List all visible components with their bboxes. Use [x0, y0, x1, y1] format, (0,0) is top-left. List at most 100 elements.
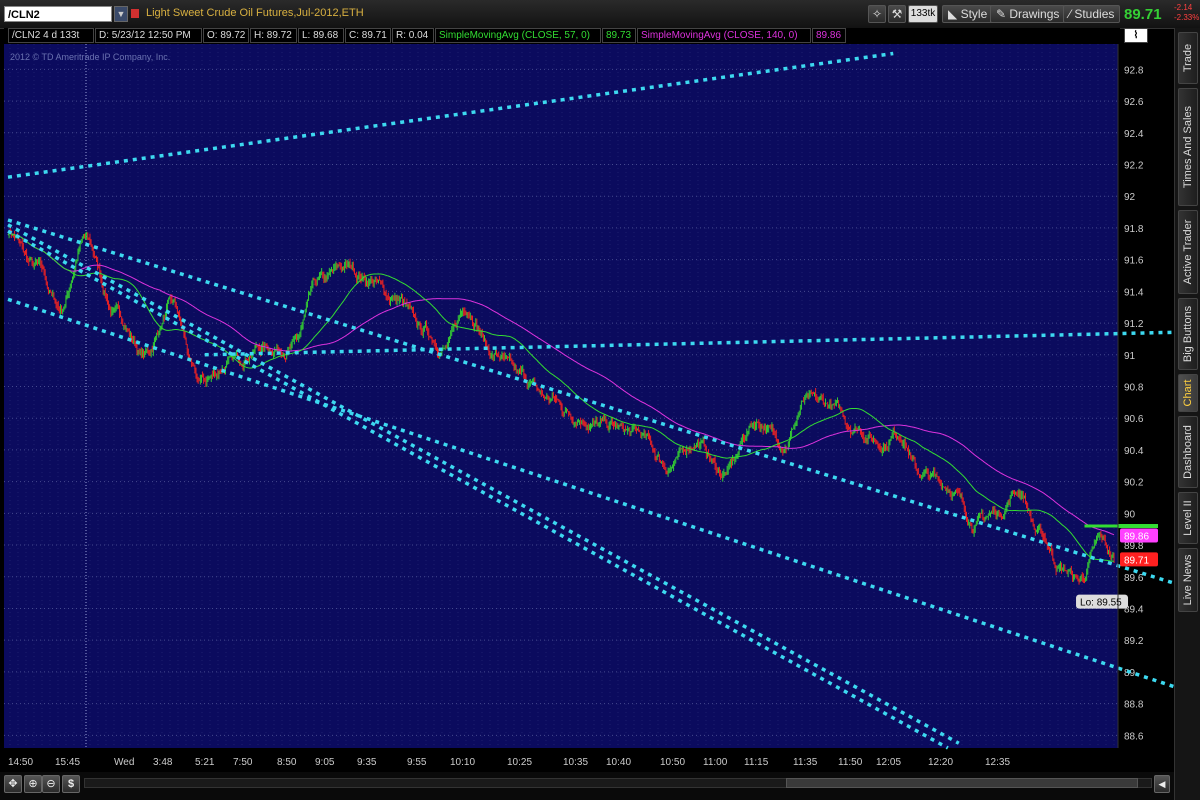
y-tick-label: 91.4 [1124, 287, 1144, 298]
tab-big-buttons[interactable]: Big Buttons [1178, 298, 1198, 370]
y-tick-label: 92.2 [1124, 161, 1144, 172]
x-tick-label: 9:05 [315, 757, 335, 768]
x-tick-label: 12:20 [928, 757, 953, 768]
sma140-label[interactable]: SimpleMovingAvg (CLOSE, 140, 0) [637, 28, 811, 43]
x-tick-label: 12:35 [985, 757, 1010, 768]
symbol-period[interactable]: /CLN2 4 d 133t [8, 28, 94, 43]
style-label: Style [960, 7, 988, 21]
y-tick-label: 90.2 [1124, 478, 1144, 489]
x-tick-label: 11:00 [703, 757, 728, 768]
price-label-text: 89.71 [1124, 555, 1149, 566]
net-change: -2.14 [1174, 3, 1193, 12]
chart-info-bar: /CLN2 4 d 133t D: 5/23/12 12:50 PM O: 89… [4, 28, 1148, 44]
last-price: 89.71 [1124, 6, 1162, 23]
x-tick-label: Wed [114, 757, 134, 768]
bar-range: R: 0.04 [392, 28, 434, 43]
bar-date: D: 5/23/12 12:50 PM [95, 28, 202, 43]
ticks-button[interactable]: 133tk [908, 5, 938, 23]
scrollbar-thumb[interactable] [786, 778, 1138, 788]
flag-icon[interactable] [131, 9, 139, 18]
x-tick-label: 12:05 [876, 757, 901, 768]
sma57-label[interactable]: SimpleMovingAvg (CLOSE, 57, 0) [435, 28, 601, 43]
y-tick-label: 92 [1124, 192, 1136, 203]
price-label-text: 89.86 [1124, 532, 1149, 543]
price-chart[interactable]: 88.688.88989.289.489.689.89090.290.490.6… [0, 44, 1174, 772]
bar-low: L: 89.68 [298, 28, 344, 43]
sma140-value: 89.86 [812, 28, 846, 43]
tab-active-trader[interactable]: Active Trader [1178, 210, 1198, 294]
y-tick-label: 90.8 [1124, 382, 1144, 393]
symbol-input[interactable]: /CLN2 [4, 6, 112, 22]
y-tick-label: 91.8 [1124, 224, 1144, 235]
tab-chart[interactable]: Chart [1178, 374, 1198, 412]
tab-level-ii[interactable]: Level II [1178, 492, 1198, 544]
y-tick-label: 91.6 [1124, 256, 1144, 267]
style-button[interactable]: ◣ Style [942, 5, 994, 23]
x-tick-label: 3:48 [153, 757, 173, 768]
copyright-text: 2012 © TD Ameritrade IP Company, Inc. [10, 52, 171, 62]
tab-active-trader-label: Active Trader [1182, 219, 1194, 285]
y-tick-label: 92.6 [1124, 97, 1144, 108]
tab-level-ii-label: Level II [1182, 500, 1194, 536]
y-tick-label: 90 [1124, 509, 1136, 520]
x-tick-label: 10:10 [450, 757, 475, 768]
dollar-icon[interactable]: $ [62, 775, 80, 793]
x-tick-label: 10:35 [563, 757, 588, 768]
tab-dashboard-label: Dashboard [1182, 425, 1194, 479]
chart-settings-icon[interactable]: ⌇ [1124, 28, 1148, 43]
tab-live-news-label: Live News [1182, 554, 1194, 606]
crosshair-tool-icon[interactable]: ✧ [868, 5, 886, 23]
drawings-button[interactable]: ✎ Drawings [990, 5, 1066, 23]
pencil-icon: ✎ [996, 7, 1010, 21]
symbol-description: Light Sweet Crude Oil Futures,Jul-2012,E… [146, 7, 364, 19]
zoom-out-icon[interactable]: ⊖ [42, 775, 60, 793]
y-tick-label: 89.6 [1124, 573, 1144, 584]
x-tick-label: 10:50 [660, 757, 685, 768]
x-tick-label: 9:55 [407, 757, 427, 768]
tab-times-and-sales-label: Times And Sales [1182, 105, 1194, 189]
bar-high: H: 89.72 [250, 28, 297, 43]
wrench-icon[interactable]: ⚒ [888, 5, 906, 23]
bar-open: O: 89.72 [203, 28, 249, 43]
x-tick-label: 9:35 [357, 757, 377, 768]
pan-icon[interactable]: ✥ [4, 775, 22, 793]
bar-close: C: 89.71 [345, 28, 391, 43]
tab-big-buttons-label: Big Buttons [1182, 305, 1194, 363]
y-tick-label: 91.2 [1124, 319, 1144, 330]
tab-dashboard[interactable]: Dashboard [1178, 416, 1198, 488]
tab-trade-label: Trade [1182, 43, 1194, 73]
drawings-label: Drawings [1009, 7, 1060, 21]
x-tick-label: 11:35 [793, 757, 818, 768]
y-tick-label: 91 [1124, 351, 1136, 362]
zoom-in-icon[interactable]: ⊕ [24, 775, 42, 793]
sma57-value: 89.73 [602, 28, 636, 43]
x-tick-label: 10:25 [507, 757, 532, 768]
tab-times-and-sales[interactable]: Times And Sales [1178, 88, 1198, 206]
y-tick-label: 89.8 [1124, 541, 1144, 552]
x-tick-label: 10:40 [606, 757, 631, 768]
style-icon: ◣ [948, 7, 961, 21]
y-tick-label: 90.6 [1124, 414, 1144, 425]
plot-background [4, 44, 1118, 748]
y-tick-label: 92.8 [1124, 65, 1144, 76]
y-tick-label: 88.8 [1124, 700, 1144, 711]
scroll-left-icon[interactable]: ◀ [1154, 775, 1170, 793]
tab-trade[interactable]: Trade [1178, 32, 1198, 84]
pct-change: -2.33% [1174, 13, 1200, 22]
x-tick-label: 14:50 [8, 757, 33, 768]
horizontal-level-marker [1118, 524, 1158, 529]
y-tick-label: 88.6 [1124, 731, 1144, 742]
y-tick-label: 90.4 [1124, 446, 1144, 457]
x-tick-label: 11:15 [744, 757, 769, 768]
tab-live-news[interactable]: Live News [1178, 548, 1198, 612]
y-tick-label: 92.4 [1124, 129, 1144, 140]
x-tick-label: 5:21 [195, 757, 215, 768]
right-tab-strip: Trade Times And Sales Active Trader Big … [1174, 28, 1200, 800]
x-tick-label: 7:50 [233, 757, 253, 768]
x-tick-label: 8:50 [277, 757, 297, 768]
day-low-label: Lo: 89.55 [1080, 598, 1122, 609]
symbol-dropdown-icon[interactable]: ▼ [114, 6, 128, 22]
studies-button[interactable]: ⁄ Studies [1063, 5, 1121, 23]
studies-label: Studies [1074, 7, 1115, 21]
tab-chart-label: Chart [1182, 379, 1194, 407]
